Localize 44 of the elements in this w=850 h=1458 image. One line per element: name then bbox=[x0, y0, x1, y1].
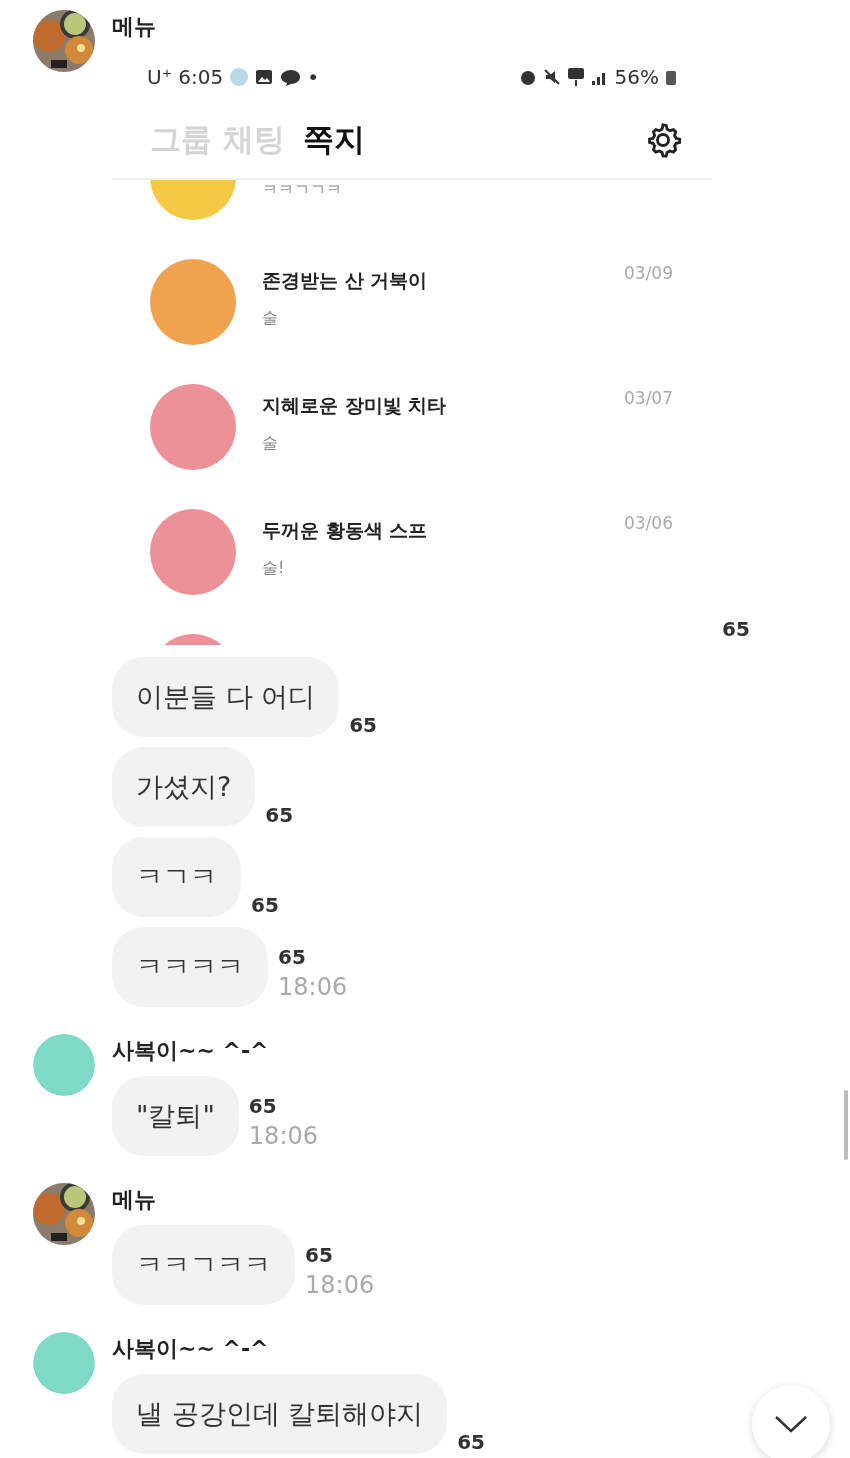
message-date: 03/06 bbox=[624, 513, 673, 533]
unread-count: 65 bbox=[265, 803, 294, 827]
message-bubble: "칼퇴" bbox=[112, 1076, 239, 1156]
scrollbar[interactable] bbox=[844, 1090, 848, 1160]
carrier-label: U⁺ bbox=[147, 65, 173, 89]
sender-name: 사복이~~ ^-^ bbox=[112, 1335, 270, 1363]
message-time: 18:06 bbox=[278, 973, 348, 1001]
battery-percent: 56% bbox=[614, 65, 659, 89]
scroll-down-button[interactable] bbox=[752, 1385, 830, 1458]
contact-name: 존경받는 산 거북이 bbox=[262, 268, 429, 293]
message-bubble: ㅋㄱㅋ bbox=[112, 837, 241, 917]
unread-count: 65 bbox=[349, 713, 377, 737]
sender-name: 메뉴 bbox=[112, 13, 157, 41]
clock-time: 6:05 bbox=[178, 65, 224, 89]
unread-count: 65 bbox=[305, 1243, 334, 1267]
message-bubble: ㅋㅋㅋㅋ bbox=[112, 927, 268, 1007]
tab[interactable]: 쪽지 bbox=[302, 119, 365, 161]
message-bubble: 낼 공강인데 칼퇴해야지 bbox=[112, 1374, 448, 1454]
unread-count: 65 bbox=[251, 893, 279, 917]
unread-count: 65 bbox=[248, 1094, 278, 1118]
mute-icon bbox=[542, 68, 561, 86]
unread-count: 65 bbox=[278, 945, 307, 969]
contact-name: 두꺼운 황동색 스프 bbox=[262, 518, 429, 543]
message-preview: 술! bbox=[262, 558, 286, 579]
message-time: 18:06 bbox=[305, 1271, 375, 1299]
sender-name: 사복이~~ ^-^ bbox=[112, 1037, 270, 1065]
message-preview: 술 bbox=[262, 433, 279, 454]
chat-icon bbox=[279, 68, 302, 86]
unread-count: 65 bbox=[457, 1430, 485, 1454]
message-preview: ㅋㅋㄱㄱㅋ bbox=[262, 180, 343, 201]
message-date: 03/09 bbox=[624, 263, 673, 283]
chevron-down-icon bbox=[774, 1414, 808, 1434]
message-bubble: 이분들 다 어디 bbox=[112, 657, 340, 737]
message-time: 18:06 bbox=[248, 1122, 318, 1150]
message-preview: 술 bbox=[262, 308, 279, 329]
message-bubble: 가셨지? bbox=[112, 747, 256, 827]
message-bubble: ㅋㅋㄱㅋㅋ bbox=[112, 1225, 295, 1305]
notification-dot: • bbox=[307, 65, 319, 89]
image-icon bbox=[255, 68, 274, 86]
unread-count: 65 bbox=[722, 617, 750, 641]
battery-icon bbox=[665, 68, 677, 86]
message-date: 03/07 bbox=[624, 388, 673, 408]
sender-name: 메뉴 bbox=[112, 1186, 157, 1214]
contact-name: 지혜로운 장미빛 치타 bbox=[262, 393, 448, 418]
